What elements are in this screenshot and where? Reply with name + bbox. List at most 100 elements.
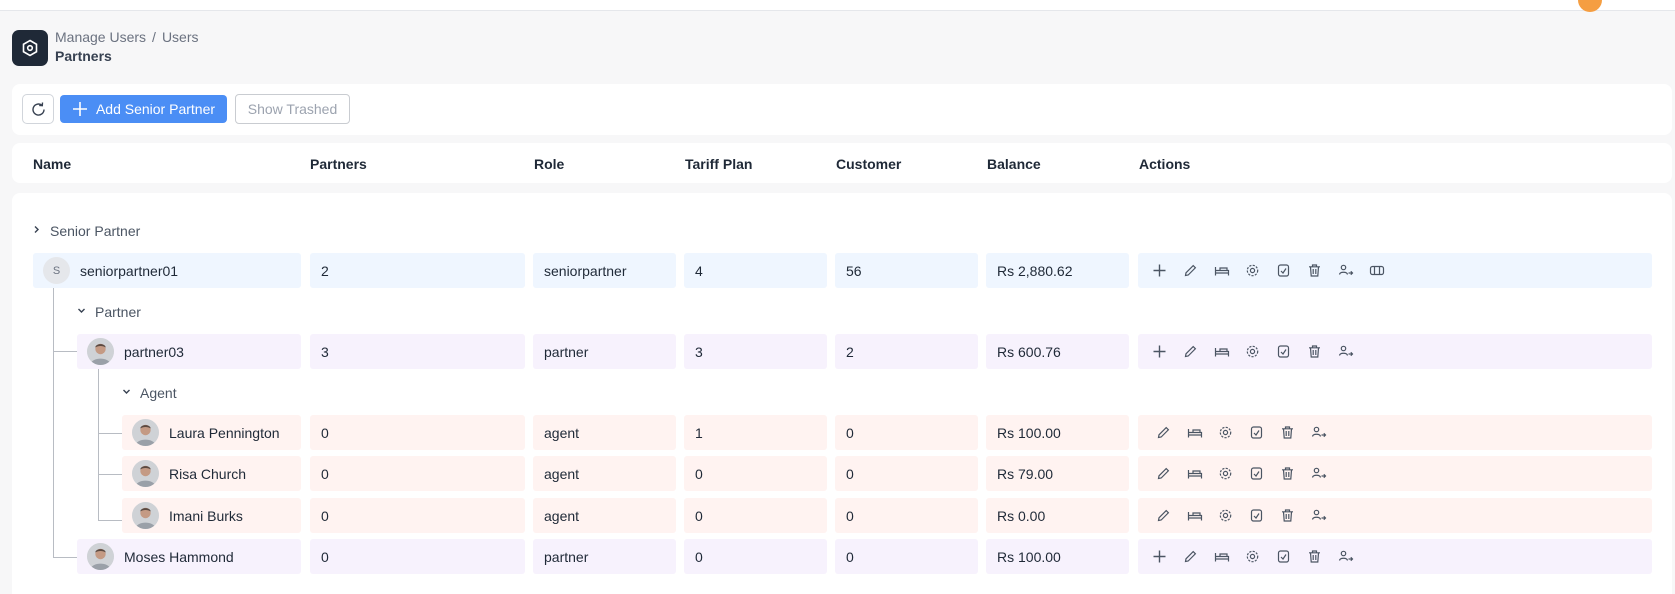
tree-connector (98, 433, 122, 434)
partners-count: 3 (310, 334, 525, 369)
bed-icon[interactable] (1179, 462, 1210, 486)
check-document-icon[interactable] (1241, 421, 1272, 445)
tree-connector (53, 270, 54, 557)
user-name: seniorpartner01 (80, 262, 179, 279)
customer-count: 2 (835, 334, 978, 369)
bed-icon[interactable] (1206, 340, 1237, 364)
gear-icon[interactable] (1237, 259, 1268, 283)
transfer-user-icon[interactable] (1330, 259, 1361, 283)
column-header-balance[interactable]: Balance (987, 156, 1041, 172)
show-trashed-button[interactable]: Show Trashed (235, 94, 350, 124)
trash-icon[interactable] (1299, 545, 1330, 569)
top-bar (0, 0, 1675, 12)
role-value: agent (533, 415, 676, 450)
chevron-down-icon (77, 306, 86, 318)
avatar (132, 419, 159, 446)
bed-icon[interactable] (1179, 504, 1210, 528)
gear-icon[interactable] (1210, 421, 1241, 445)
row-actions (1138, 334, 1652, 369)
group-label-senior-partner: Senior Partner (50, 223, 141, 239)
tree-connector (98, 363, 99, 521)
breadcrumb-separator: / (152, 29, 156, 45)
tree-connector (98, 520, 122, 521)
table-row-name[interactable]: Laura Pennington (122, 415, 301, 450)
tariff-plan-value: 1 (684, 415, 827, 450)
role-value: seniorpartner (533, 253, 676, 288)
show-trashed-label: Show Trashed (247, 101, 338, 117)
trash-icon[interactable] (1272, 462, 1303, 486)
tariff-plan-value: 3 (684, 334, 827, 369)
customer-count: 0 (835, 539, 978, 574)
column-header-tariff-plan[interactable]: Tariff Plan (685, 156, 752, 172)
add-senior-partner-button[interactable]: Add Senior Partner (60, 95, 227, 123)
bed-icon[interactable] (1206, 545, 1237, 569)
chevron-down-icon (122, 387, 131, 399)
table-row-name[interactable]: Risa Church (122, 456, 301, 491)
trash-icon[interactable] (1272, 504, 1303, 528)
table-row-name[interactable]: Imani Burks (122, 498, 301, 533)
edit-icon[interactable] (1148, 504, 1179, 528)
user-name: Laura Pennington (169, 424, 280, 441)
column-header-name[interactable]: Name (33, 156, 71, 172)
bed-icon[interactable] (1206, 259, 1237, 283)
gear-icon[interactable] (1237, 340, 1268, 364)
add-icon[interactable] (1144, 340, 1175, 364)
gear-icon[interactable] (1237, 545, 1268, 569)
edit-icon[interactable] (1148, 421, 1179, 445)
page-title: Partners (55, 48, 112, 64)
bed-icon[interactable] (1179, 421, 1210, 445)
customer-count: 56 (835, 253, 978, 288)
row-actions (1138, 498, 1652, 533)
transfer-user-icon[interactable] (1303, 462, 1334, 486)
table-row-name[interactable]: partner03 (77, 334, 301, 369)
gear-icon[interactable] (1210, 504, 1241, 528)
check-document-icon[interactable] (1241, 504, 1272, 528)
transfer-user-icon[interactable] (1330, 340, 1361, 364)
trash-icon[interactable] (1272, 421, 1303, 445)
gear-icon[interactable] (1210, 462, 1241, 486)
tree-connector (98, 474, 122, 475)
tariff-plan-value: 0 (684, 498, 827, 533)
balance-value: Rs 79.00 (986, 456, 1129, 491)
group-label-agent: Agent (140, 385, 177, 401)
edit-icon[interactable] (1175, 340, 1206, 364)
group-toggle-senior-partner[interactable]: Senior Partner (32, 223, 140, 239)
add-icon[interactable] (1144, 545, 1175, 569)
table-row-name[interactable]: Moses Hammond (77, 539, 301, 574)
edit-icon[interactable] (1175, 545, 1206, 569)
role-value: agent (533, 498, 676, 533)
partners-count: 0 (310, 456, 525, 491)
breadcrumb-users[interactable]: Users (162, 29, 199, 45)
transfer-user-icon[interactable] (1303, 421, 1334, 445)
breadcrumb-manage-users[interactable]: Manage Users (55, 29, 146, 45)
user-avatar[interactable] (1578, 0, 1602, 12)
column-header-customer[interactable]: Customer (836, 156, 901, 172)
column-header-role[interactable]: Role (534, 156, 564, 172)
group-toggle-partner[interactable]: Partner (77, 304, 141, 320)
chevron-right-icon (32, 225, 41, 237)
transfer-user-icon[interactable] (1330, 545, 1361, 569)
balance-value: Rs 100.00 (986, 415, 1129, 450)
check-document-icon[interactable] (1241, 462, 1272, 486)
role-value: partner (533, 334, 676, 369)
check-document-icon[interactable] (1268, 259, 1299, 283)
row-actions (1138, 456, 1652, 491)
add-senior-partner-label: Add Senior Partner (95, 101, 216, 117)
trash-icon[interactable] (1299, 259, 1330, 283)
app-logo-icon (12, 30, 48, 66)
group-toggle-agent[interactable]: Agent (122, 385, 177, 401)
transfer-user-icon[interactable] (1303, 504, 1334, 528)
column-header-partners[interactable]: Partners (310, 156, 367, 172)
table-row-name[interactable]: S seniorpartner01 (33, 253, 301, 288)
trash-icon[interactable] (1299, 340, 1330, 364)
add-icon[interactable] (1144, 259, 1175, 283)
customer-count: 0 (835, 456, 978, 491)
role-value: partner (533, 539, 676, 574)
edit-icon[interactable] (1148, 462, 1179, 486)
wallet-icon[interactable] (1361, 259, 1392, 283)
avatar (87, 543, 114, 570)
check-document-icon[interactable] (1268, 340, 1299, 364)
check-document-icon[interactable] (1268, 545, 1299, 569)
edit-icon[interactable] (1175, 259, 1206, 283)
refresh-button[interactable] (22, 94, 54, 124)
